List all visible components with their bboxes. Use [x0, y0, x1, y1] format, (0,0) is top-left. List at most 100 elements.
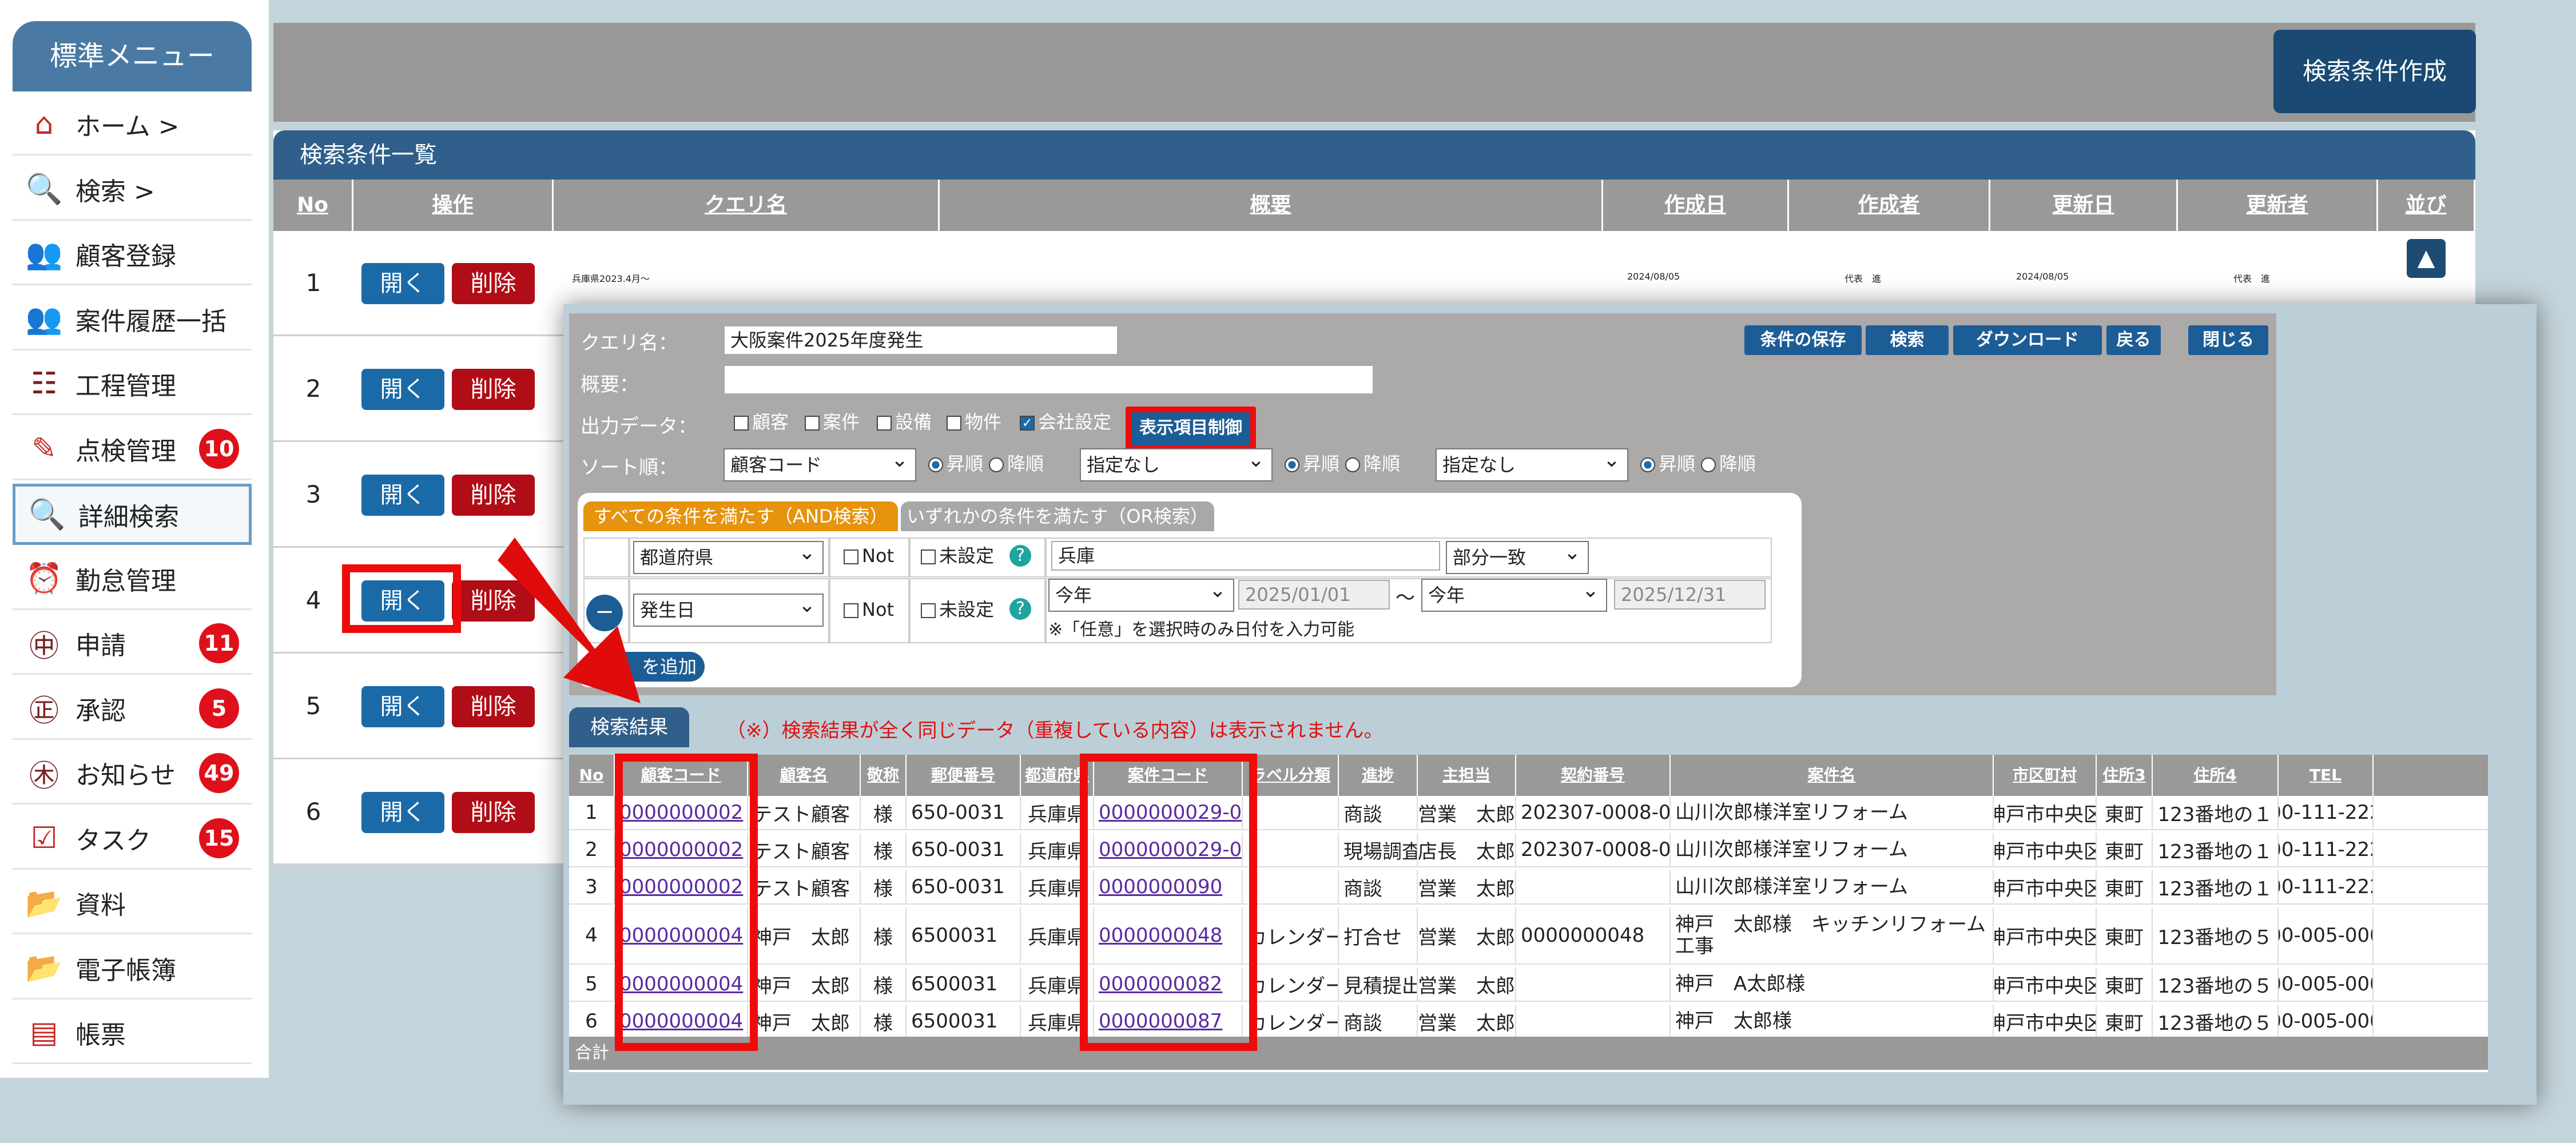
- results-col-header[interactable]: TEL: [2279, 755, 2374, 796]
- sort-field-select[interactable]: 指定なし: [1436, 445, 1628, 481]
- tab-or-search[interactable]: いずれかの条件を満たす（OR検索）: [901, 501, 1214, 531]
- checkbox[interactable]: [921, 549, 936, 564]
- output-option-2[interactable]: 設備: [877, 411, 932, 433]
- open-button[interactable]: 開く: [361, 369, 444, 410]
- results-col-header[interactable]: 契約番号: [1516, 755, 1671, 796]
- sidebar-item-12[interactable]: 📂 資料: [13, 873, 252, 934]
- list-col-header[interactable]: 並び: [2378, 180, 2475, 231]
- results-col-header[interactable]: ラベル分類: [1243, 755, 1339, 796]
- list-col-header[interactable]: 更新者: [2178, 180, 2378, 231]
- results-col-header[interactable]: 案件名: [1671, 755, 1994, 796]
- results-tab[interactable]: 検索結果: [569, 707, 689, 747]
- open-button[interactable]: 開く: [361, 475, 444, 516]
- sidebar-item-2[interactable]: 👥 顧客登録: [13, 224, 252, 285]
- sort-field-select[interactable]: 顧客コード: [723, 445, 916, 481]
- display-control-button[interactable]: 表示項目制御: [1126, 407, 1256, 451]
- cell-text: 様: [873, 803, 893, 826]
- results-col-header[interactable]: 主担当: [1418, 755, 1516, 796]
- output-option-1[interactable]: 案件: [805, 411, 860, 433]
- date-to-input[interactable]: 2025/12/31: [1614, 580, 1766, 610]
- delete-button[interactable]: 削除: [452, 475, 535, 516]
- sidebar-item-7[interactable]: ⏰ 勤怠管理: [13, 548, 252, 610]
- not-checkbox[interactable]: Not: [844, 544, 894, 567]
- cell-text: 様: [873, 926, 893, 949]
- radio-desc[interactable]: [1701, 457, 1716, 472]
- checkbox[interactable]: [877, 416, 892, 431]
- list-col-header[interactable]: クエリ名: [554, 180, 940, 231]
- delete-button[interactable]: 削除: [452, 263, 535, 304]
- checkbox[interactable]: [947, 416, 961, 431]
- sidebar-item-13[interactable]: 📂 電子帳簿: [13, 938, 252, 999]
- open-button[interactable]: 開く: [361, 792, 444, 833]
- checkbox[interactable]: ✓: [1020, 416, 1035, 431]
- condition-field-select[interactable]: 発生日: [633, 590, 824, 627]
- delete-button[interactable]: 削除: [452, 792, 535, 833]
- checkbox[interactable]: [844, 603, 858, 618]
- results-col-header[interactable]: 顧客名: [748, 755, 861, 796]
- checkbox[interactable]: [844, 549, 858, 564]
- date-to-select[interactable]: 今年: [1421, 575, 1607, 612]
- form-button-1[interactable]: 検索: [1866, 325, 1949, 355]
- radio-asc[interactable]: [1285, 457, 1299, 472]
- sidebar-item-10[interactable]: ㊍お知らせ 49: [13, 743, 252, 805]
- results-col-header[interactable]: 住所3: [2097, 755, 2153, 796]
- sidebar-item-11[interactable]: ☑ タスク 15: [13, 808, 252, 870]
- results-col-header[interactable]: 住所4: [2153, 755, 2279, 796]
- summary-input[interactable]: [723, 365, 1374, 395]
- output-option-0[interactable]: 顧客: [734, 411, 789, 433]
- list-col-header[interactable]: No: [273, 180, 353, 231]
- results-col-header[interactable]: 市区町村: [1994, 755, 2097, 796]
- open-button[interactable]: 開く: [361, 686, 444, 727]
- unset-checkbox[interactable]: 未設定: [921, 544, 994, 567]
- list-col-header[interactable]: 概要: [940, 180, 1603, 231]
- checkbox[interactable]: [921, 603, 936, 618]
- radio-asc[interactable]: [928, 457, 943, 472]
- sidebar-item-4[interactable]: ☷ 工程管理: [13, 354, 252, 415]
- form-button-2[interactable]: ダウンロード: [1953, 325, 2102, 355]
- condition-value-input[interactable]: 兵庫: [1051, 541, 1440, 571]
- results-col-header[interactable]: 郵便番号: [907, 755, 1021, 796]
- query-name-input[interactable]: 大阪案件2025年度発生: [723, 325, 1118, 355]
- unset-checkbox[interactable]: 未設定: [921, 598, 994, 621]
- match-type-select[interactable]: 部分一致: [1446, 537, 1589, 574]
- help-icon[interactable]: ?: [1009, 598, 1031, 620]
- sidebar-item-1[interactable]: 🔍 検索 >: [13, 159, 252, 221]
- help-icon[interactable]: ?: [1009, 545, 1031, 567]
- sidebar-item-3[interactable]: 👥 案件履歴一括: [13, 289, 252, 351]
- not-checkbox[interactable]: Not: [844, 598, 894, 621]
- form-button-0[interactable]: 条件の保存: [1744, 325, 1862, 355]
- radio-desc[interactable]: [989, 457, 1004, 472]
- sidebar-item-5[interactable]: ✎ 点検管理 10: [13, 419, 252, 480]
- tab-and-search[interactable]: すべての条件を満たす（AND検索）: [583, 501, 898, 531]
- delete-button[interactable]: 削除: [452, 369, 535, 410]
- date-from-select[interactable]: 今年: [1048, 575, 1234, 612]
- sidebar-item-9[interactable]: ㊣承認 5: [13, 678, 252, 740]
- results-col-header[interactable]: 敬称: [861, 755, 907, 796]
- form-button-3[interactable]: 戻る: [2106, 325, 2161, 355]
- sort-up-icon[interactable]: ▲: [2407, 239, 2446, 278]
- results-row: 2 0000000002 テスト顧客様 650-0031 兵庫県 0000000029-0…: [569, 833, 2488, 867]
- open-button[interactable]: 開く: [361, 263, 444, 304]
- sidebar-item-8[interactable]: ㊥申請 11: [13, 614, 252, 675]
- condition-field-select[interactable]: 都道府県: [633, 537, 824, 574]
- sidebar-item-0[interactable]: ⌂ ホーム >: [13, 94, 252, 156]
- list-col-header[interactable]: 操作: [353, 180, 554, 231]
- list-col-header[interactable]: 作成者: [1789, 180, 1990, 231]
- sidebar-item-6[interactable]: 🔍 詳細検索: [13, 484, 252, 545]
- radio-asc[interactable]: [1640, 457, 1655, 472]
- output-option-4[interactable]: ✓ 会社設定: [1020, 411, 1111, 433]
- checkbox[interactable]: [734, 416, 749, 431]
- results-cell: 神戸 太郎: [748, 907, 861, 963]
- sidebar-item-14[interactable]: ▤ 帳票: [13, 1003, 252, 1064]
- date-from-input[interactable]: 2025/01/01: [1238, 580, 1390, 610]
- list-col-header[interactable]: 作成日: [1603, 180, 1789, 231]
- results-col-header[interactable]: No: [569, 755, 615, 796]
- list-col-header[interactable]: 更新日: [1990, 180, 2178, 231]
- output-option-3[interactable]: 物件: [947, 411, 1001, 433]
- create-search-condition-button[interactable]: 検索条件作成: [2273, 30, 2476, 113]
- results-col-header[interactable]: 進捗: [1339, 755, 1418, 796]
- form-button-4[interactable]: 閉じる: [2188, 325, 2268, 355]
- checkbox[interactable]: [805, 416, 820, 431]
- radio-desc[interactable]: [1345, 457, 1361, 472]
- sort-field-select[interactable]: 指定なし: [1080, 445, 1273, 481]
